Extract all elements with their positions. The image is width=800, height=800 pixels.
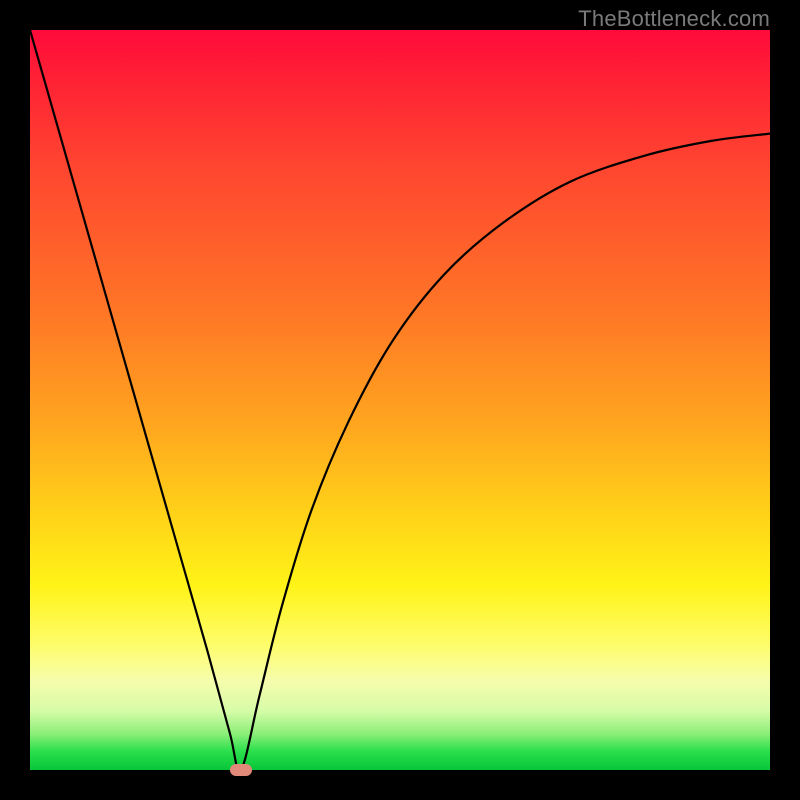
watermark-text: TheBottleneck.com — [578, 6, 770, 32]
plot-area — [30, 30, 770, 770]
bottleneck-curve — [30, 30, 770, 770]
curve-path — [30, 30, 770, 770]
chart-frame: TheBottleneck.com — [0, 0, 800, 800]
minimum-marker — [230, 764, 252, 776]
